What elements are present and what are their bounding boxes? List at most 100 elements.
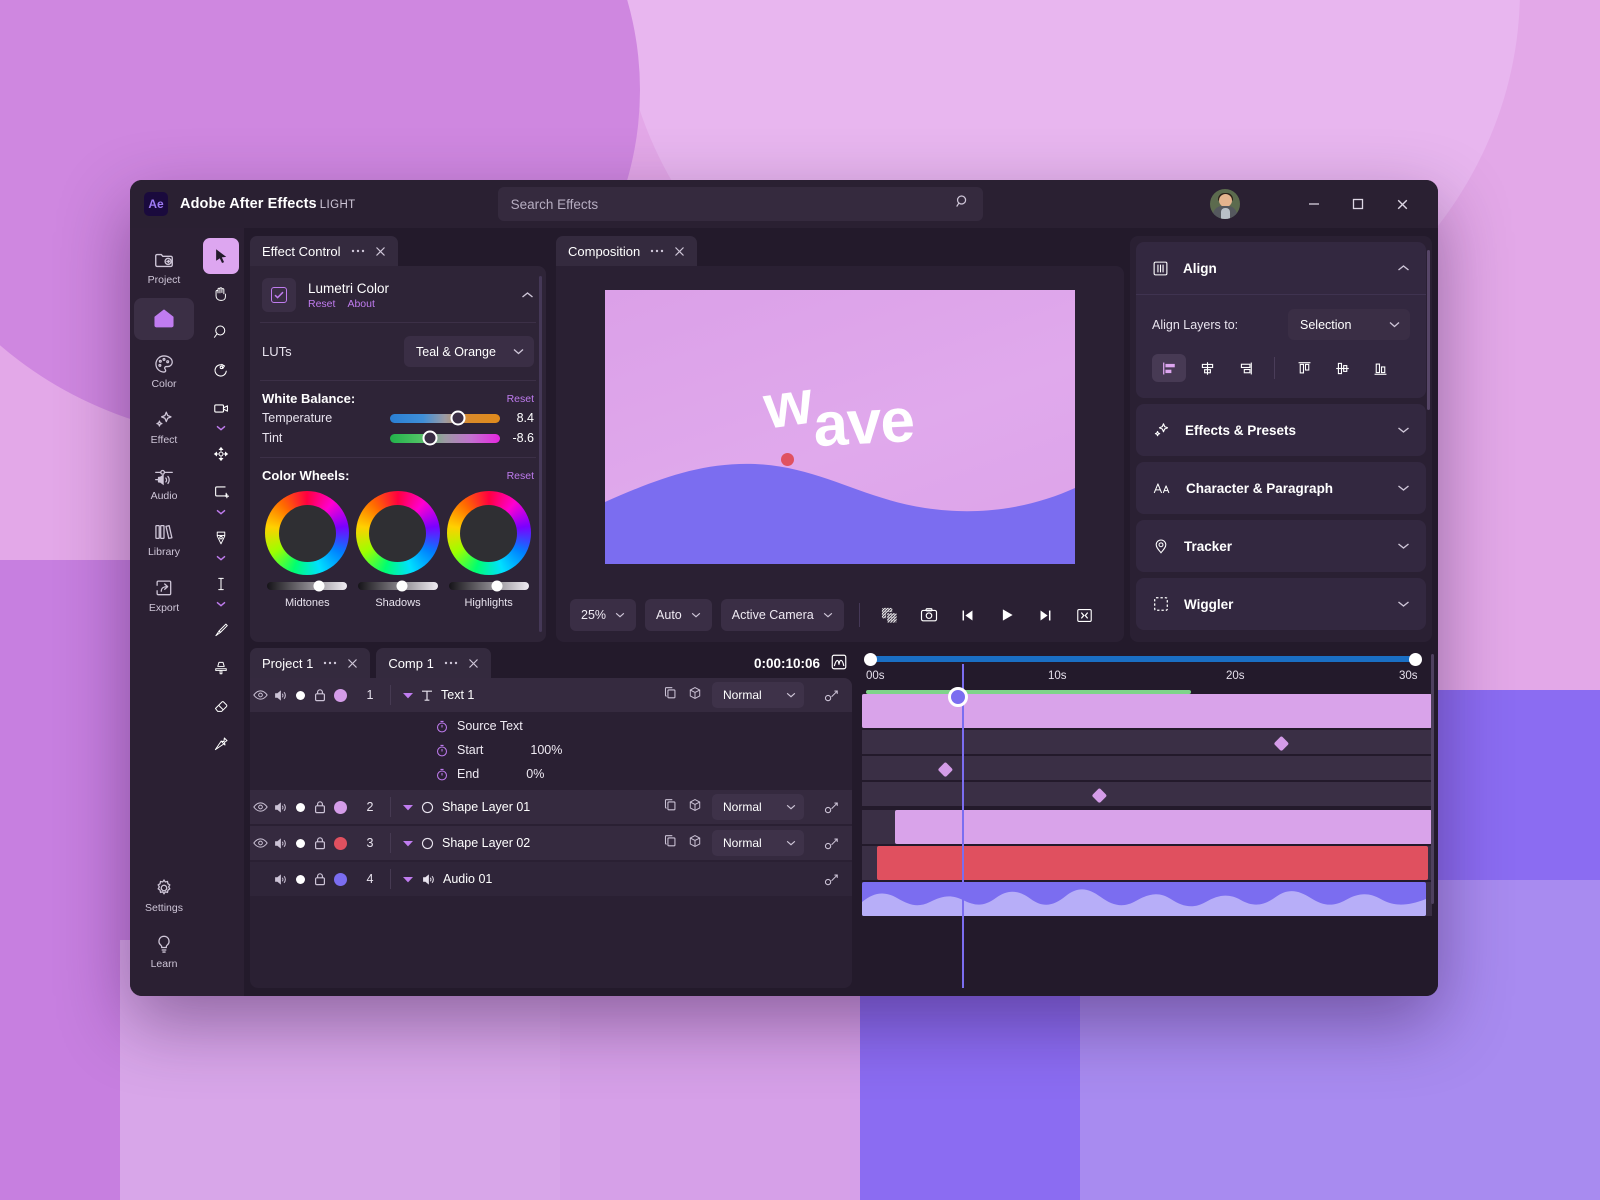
hand-tool[interactable] bbox=[203, 276, 239, 312]
blend-mode-select[interactable]: Normal bbox=[712, 682, 804, 708]
playhead[interactable] bbox=[961, 664, 964, 988]
close-icon[interactable] bbox=[375, 246, 386, 257]
solo-toggle[interactable] bbox=[290, 802, 310, 812]
clone-stamp-tool[interactable] bbox=[203, 650, 239, 686]
audio-toggle[interactable] bbox=[270, 873, 290, 886]
timeline-keyframe-row[interactable] bbox=[862, 756, 1432, 780]
timeline-audio-clip[interactable] bbox=[862, 882, 1426, 916]
audio-toggle[interactable] bbox=[270, 689, 290, 702]
color-wheel-shadows[interactable]: Shadows bbox=[355, 491, 440, 609]
sidebar-item-learn[interactable]: Learn bbox=[134, 926, 194, 976]
temperature-slider[interactable] bbox=[390, 410, 500, 426]
audio-toggle[interactable] bbox=[270, 837, 290, 850]
chevron-up-icon[interactable] bbox=[1397, 264, 1410, 272]
align-center-horizontal-button[interactable] bbox=[1190, 354, 1224, 382]
keyframe-marker[interactable] bbox=[937, 761, 954, 778]
ellipsis-icon[interactable] bbox=[323, 661, 337, 665]
composition-viewer[interactable]: wave bbox=[556, 266, 1124, 588]
timeline-clip[interactable] bbox=[895, 810, 1432, 844]
timeline-track-row[interactable] bbox=[862, 810, 1432, 844]
rotation-tool[interactable] bbox=[203, 352, 239, 388]
zoom-tool[interactable] bbox=[203, 314, 239, 350]
timeline-layer-row[interactable]: 1 Text 1 Normal bbox=[250, 678, 852, 712]
layer-name-block[interactable]: Shape Layer 01 bbox=[391, 800, 530, 814]
ellipsis-icon[interactable] bbox=[444, 661, 458, 665]
sidebar-item-export[interactable]: Export bbox=[134, 570, 194, 620]
lock-toggle[interactable] bbox=[310, 872, 330, 886]
ellipsis-icon[interactable] bbox=[650, 249, 664, 253]
minimize-button[interactable] bbox=[1292, 184, 1336, 224]
sidebar-item-color[interactable]: Color bbox=[134, 346, 194, 396]
parent-link-icon[interactable] bbox=[812, 836, 852, 850]
transparency-grid-button[interactable] bbox=[875, 600, 905, 630]
maximize-button[interactable] bbox=[1336, 184, 1380, 224]
character-paragraph-panel[interactable]: Character & Paragraph bbox=[1136, 462, 1426, 514]
timeline-horizontal-scrollbar[interactable] bbox=[862, 652, 1422, 666]
resolution-select[interactable]: Auto bbox=[645, 599, 712, 631]
close-button[interactable] bbox=[1380, 184, 1424, 224]
tab-composition[interactable]: Composition bbox=[556, 236, 698, 266]
align-bottom-button[interactable] bbox=[1363, 354, 1397, 382]
tab-effect-control[interactable]: Effect Control bbox=[250, 236, 398, 266]
timeline-ruler[interactable]: 00s 10s 20s 30s bbox=[862, 664, 1432, 694]
eye-visibility-toggle[interactable] bbox=[250, 689, 270, 701]
3d-layer-icon[interactable] bbox=[688, 834, 702, 853]
effect-about-link[interactable]: About bbox=[347, 298, 374, 310]
solo-toggle[interactable] bbox=[290, 838, 310, 848]
timeline-track-row[interactable] bbox=[862, 882, 1432, 916]
stopwatch-icon[interactable] bbox=[436, 768, 448, 781]
layer-property-row[interactable]: Start 100% bbox=[250, 738, 852, 762]
sidebar-item-settings[interactable]: Settings bbox=[134, 870, 194, 920]
layer-property-row[interactable]: End 0% bbox=[250, 762, 852, 786]
search-bar[interactable] bbox=[497, 187, 983, 221]
color-wheel-highlights[interactable]: Highlights bbox=[446, 491, 531, 609]
timeline-keyframe-row[interactable] bbox=[862, 730, 1432, 754]
wiggler-header[interactable]: Wiggler bbox=[1136, 578, 1426, 630]
highlights-luminance-slider[interactable] bbox=[448, 580, 529, 592]
selection-tool[interactable] bbox=[203, 238, 239, 274]
color-wheel-icon[interactable] bbox=[446, 491, 531, 575]
timecode-display[interactable]: 0:00:10:06 bbox=[754, 653, 848, 674]
expand-triangle-icon[interactable] bbox=[403, 840, 413, 847]
expand-triangle-icon[interactable] bbox=[403, 804, 413, 811]
3d-layer-icon[interactable] bbox=[688, 798, 702, 817]
stopwatch-icon[interactable] bbox=[436, 720, 448, 733]
chevron-down-icon[interactable] bbox=[1397, 426, 1410, 434]
audio-toggle[interactable] bbox=[270, 801, 290, 814]
go-to-start-button[interactable] bbox=[953, 600, 983, 630]
layer-color-chip[interactable] bbox=[330, 836, 350, 850]
timeline-layer-row[interactable]: 2 Shape Layer 01 Normal bbox=[250, 790, 852, 824]
close-icon[interactable] bbox=[347, 658, 358, 669]
effects-presets-panel[interactable]: Effects & Presets bbox=[1136, 404, 1426, 456]
parent-link-icon[interactable] bbox=[812, 688, 852, 702]
align-top-button[interactable] bbox=[1287, 354, 1321, 382]
tint-slider[interactable] bbox=[390, 430, 500, 446]
tracker-header[interactable]: Tracker bbox=[1136, 520, 1426, 572]
layer-color-chip[interactable] bbox=[330, 688, 350, 702]
keyframe-marker[interactable] bbox=[1091, 787, 1108, 804]
midtones-luminance-slider[interactable] bbox=[267, 580, 348, 592]
sidebar-item-effect[interactable]: Effect bbox=[134, 402, 194, 452]
sidebar-item-home[interactable] bbox=[134, 298, 194, 340]
snapshot-button[interactable] bbox=[914, 600, 944, 630]
layer-name-block[interactable]: Shape Layer 02 bbox=[391, 836, 530, 850]
chevron-down-icon[interactable] bbox=[1397, 542, 1410, 550]
white-balance-reset[interactable]: Reset bbox=[507, 393, 534, 405]
chevron-up-icon[interactable] bbox=[521, 286, 534, 304]
puppet-pin-tool[interactable] bbox=[203, 726, 239, 762]
align-panel-header[interactable]: Align bbox=[1136, 242, 1426, 294]
layer-color-chip[interactable] bbox=[330, 872, 350, 886]
parent-link-icon[interactable] bbox=[812, 872, 852, 886]
region-of-interest-button[interactable] bbox=[1070, 600, 1100, 630]
sidebar-item-library[interactable]: Library bbox=[134, 514, 194, 564]
color-wheel-icon[interactable] bbox=[265, 491, 350, 575]
lock-toggle[interactable] bbox=[310, 800, 330, 814]
timeline-layer-row[interactable]: 4 Audio 01 bbox=[250, 862, 852, 896]
wiggler-panel[interactable]: Wiggler bbox=[1136, 578, 1426, 630]
shadows-luminance-slider[interactable] bbox=[357, 580, 438, 592]
anchor-point-tool[interactable] bbox=[203, 436, 239, 472]
timeline-vertical-scrollbar[interactable] bbox=[1431, 654, 1434, 904]
timeline-keyframe-row[interactable] bbox=[862, 782, 1432, 806]
pen-tool[interactable] bbox=[203, 520, 239, 561]
color-wheel-icon[interactable] bbox=[355, 491, 440, 575]
